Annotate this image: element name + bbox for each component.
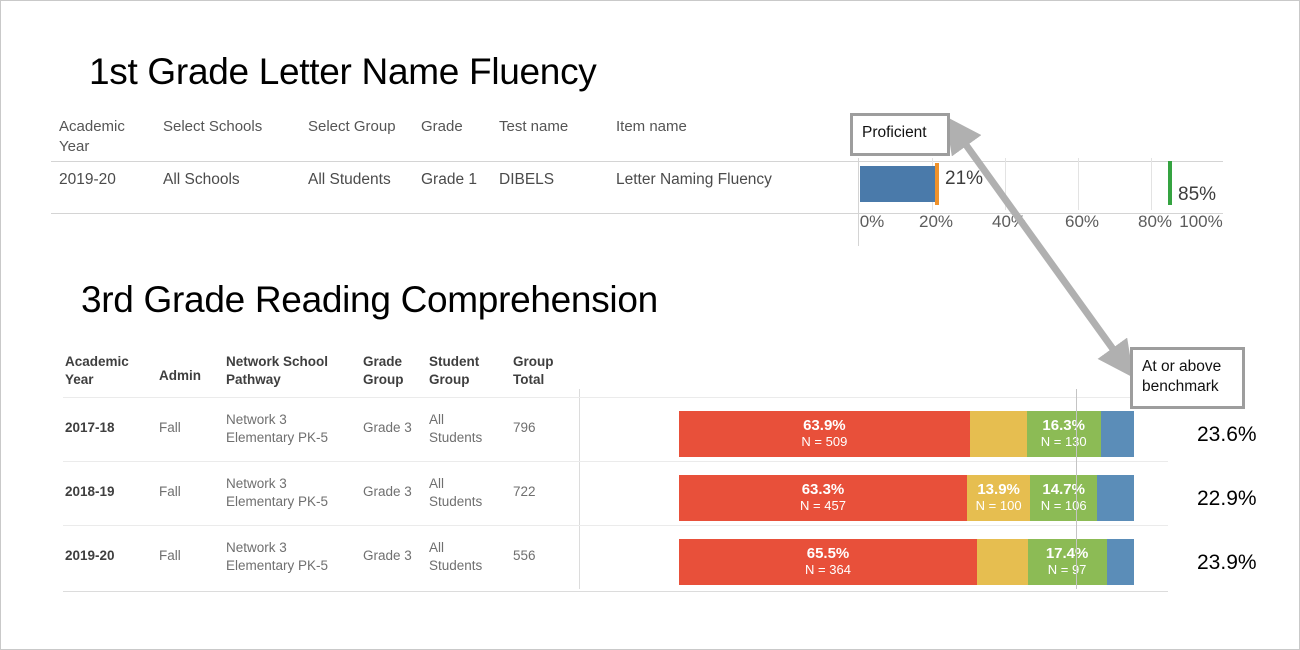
cell-grade-group: Grade 3 bbox=[363, 548, 412, 563]
column-header-group-total: Group Total bbox=[513, 354, 554, 388]
segment-below-benchmark bbox=[977, 539, 1028, 585]
goal-marker bbox=[1168, 161, 1173, 205]
gridline-40 bbox=[1005, 158, 1006, 210]
segment-below-benchmark: 13.9% N = 100 bbox=[967, 475, 1031, 521]
callout-at-or-above-benchmark: At or above benchmark bbox=[1130, 347, 1245, 409]
page-title-reading-comprehension: 3rd Grade Reading Comprehension bbox=[81, 279, 658, 320]
cell-admin: Fall bbox=[159, 420, 181, 435]
letter-name-fluency-panel: Academic Year Select Schools Select Grou… bbox=[51, 109, 1223, 249]
row-divider bbox=[63, 461, 1168, 462]
column-header-grade-group: Grade Group bbox=[363, 354, 404, 388]
cell-network-school-pathway: Network 3 Elementary PK-5 bbox=[226, 476, 329, 510]
x-tick-20: 20% bbox=[918, 212, 954, 231]
segment-at-benchmark: 14.7% N = 106 bbox=[1030, 475, 1098, 521]
cell-student-group: All Students bbox=[429, 412, 483, 446]
bar-chart-x-axis: 0% 20% 40% 60% 80% 100% bbox=[858, 210, 1223, 246]
x-tick-60: 60% bbox=[1064, 212, 1100, 231]
segment-well-below-benchmark: 63.9% N = 509 bbox=[679, 411, 970, 457]
at-or-above-benchmark-value: 23.9% bbox=[1197, 551, 1257, 574]
cell-student-group: All Students bbox=[429, 476, 483, 510]
column-header-academic-year: Academic Year bbox=[65, 354, 129, 388]
cell-select-schools: All Schools bbox=[163, 171, 240, 188]
callout-proficient: Proficient bbox=[850, 113, 950, 156]
cell-admin: Fall bbox=[159, 548, 181, 563]
cell-select-group: All Students bbox=[308, 171, 391, 188]
cell-network-school-pathway: Network 3 Elementary PK-5 bbox=[226, 540, 329, 574]
x-tick-80: 80% bbox=[1137, 212, 1173, 231]
letter-fluency-table-header: Academic Year Select Schools Select Grou… bbox=[51, 109, 861, 161]
x-tick-100: 100% bbox=[1179, 212, 1223, 231]
cell-group-total: 722 bbox=[513, 484, 536, 499]
row-divider bbox=[63, 525, 1168, 526]
callout-benchmark-label-line2: benchmark bbox=[1142, 378, 1219, 396]
bar-chart-plot-area: 21% 85% bbox=[858, 158, 1223, 210]
column-header-item-name: Item name bbox=[616, 118, 687, 135]
cell-academic-year: 2019-20 bbox=[65, 548, 115, 563]
letter-fluency-table-row: 2019-20 All Schools All Students Grade 1… bbox=[51, 171, 861, 213]
x-tick-0: 0% bbox=[859, 212, 885, 231]
stacked-bar-row-1: 63.9% N = 509 16.3% N = 130 bbox=[679, 411, 1134, 457]
row-divider bbox=[63, 397, 1168, 398]
reading-comprehension-panel: Academic Year Admin Network School Pathw… bbox=[51, 341, 1257, 601]
segment-above-benchmark bbox=[1100, 411, 1134, 457]
cell-student-group: All Students bbox=[429, 540, 483, 574]
cell-grade-group: Grade 3 bbox=[363, 420, 412, 435]
cell-academic-year: 2017-18 bbox=[65, 420, 115, 435]
column-header-grade: Grade bbox=[421, 118, 463, 135]
table-chart-divider bbox=[579, 389, 580, 589]
table-row: 2018-19 Fall Network 3 Elementary PK-5 G… bbox=[51, 467, 579, 531]
cell-group-total: 796 bbox=[513, 420, 536, 435]
cell-academic-year: 2019-20 bbox=[59, 171, 116, 188]
table-bottom-divider bbox=[63, 591, 1168, 592]
column-header-test-name: Test name bbox=[499, 118, 569, 135]
callout-proficient-label: Proficient bbox=[862, 124, 927, 141]
cell-item-name: Letter Naming Fluency bbox=[616, 171, 772, 188]
at-or-above-benchmark-value: 22.9% bbox=[1197, 487, 1257, 510]
segment-above-benchmark bbox=[1097, 475, 1134, 521]
x-tick-40: 40% bbox=[991, 212, 1027, 231]
benchmark-reference-line bbox=[1076, 389, 1077, 589]
slide-canvas: 1st Grade Letter Name Fluency Academic Y… bbox=[0, 0, 1300, 650]
cell-academic-year: 2018-19 bbox=[65, 484, 115, 499]
cell-group-total: 556 bbox=[513, 548, 536, 563]
segment-at-benchmark: 17.4% N = 97 bbox=[1027, 539, 1107, 585]
callout-benchmark-label-line1: At or above bbox=[1142, 358, 1222, 375]
cell-admin: Fall bbox=[159, 484, 181, 499]
column-header-select-schools: Select Schools bbox=[163, 118, 263, 135]
cell-grade-group: Grade 3 bbox=[363, 484, 412, 499]
cell-test-name: DIBELS bbox=[499, 171, 555, 188]
table-row: 2017-18 Fall Network 3 Elementary PK-5 G… bbox=[51, 403, 579, 467]
page-title-letter-name-fluency: 1st Grade Letter Name Fluency bbox=[89, 51, 597, 92]
gridline-80 bbox=[1151, 158, 1152, 210]
segment-above-benchmark bbox=[1106, 539, 1134, 585]
column-header-select-group: Select Group bbox=[308, 118, 396, 135]
cell-network-school-pathway: Network 3 Elementary PK-5 bbox=[226, 412, 329, 446]
column-header-admin: Admin bbox=[159, 368, 201, 383]
bar-value-label: 21% bbox=[945, 168, 984, 189]
column-header-student-group: Student Group bbox=[429, 354, 480, 388]
column-header-network-school-pathway: Network School Pathway bbox=[226, 354, 329, 388]
cell-grade: Grade 1 bbox=[421, 171, 478, 188]
segment-at-benchmark: 16.3% N = 130 bbox=[1026, 411, 1101, 457]
column-header-academic-year: Academic Year bbox=[59, 118, 125, 156]
segment-well-below-benchmark: 65.5% N = 364 bbox=[679, 539, 978, 585]
segment-below-benchmark bbox=[969, 411, 1027, 457]
bar-letter-naming-fluency bbox=[860, 166, 937, 202]
goal-value-label: 85% bbox=[1178, 184, 1217, 205]
table-row: 2019-20 Fall Network 3 Elementary PK-5 G… bbox=[51, 531, 579, 595]
segment-well-below-benchmark: 63.3% N = 457 bbox=[679, 475, 967, 521]
stacked-bar-row-2: 63.3% N = 457 13.9% N = 100 14.7% N = 10… bbox=[679, 475, 1134, 521]
current-value-marker bbox=[935, 163, 940, 205]
at-or-above-benchmark-value: 23.6% bbox=[1197, 423, 1257, 446]
gridline-60 bbox=[1078, 158, 1079, 210]
stacked-bar-row-3: 65.5% N = 364 17.4% N = 97 bbox=[679, 539, 1134, 585]
